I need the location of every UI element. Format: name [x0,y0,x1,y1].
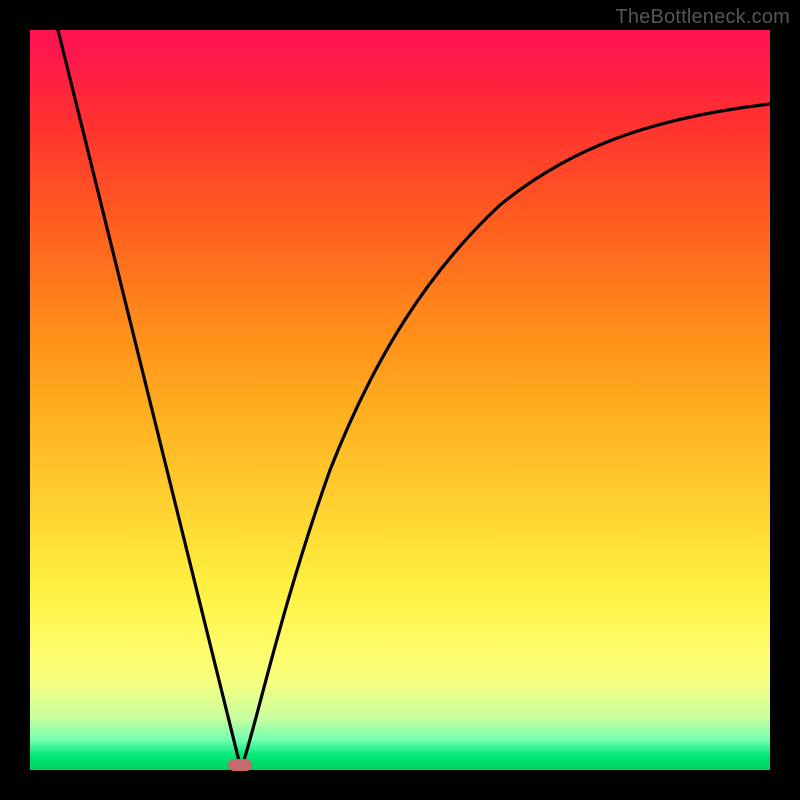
chart-frame: TheBottleneck.com [0,0,800,800]
curve-path [58,30,770,766]
plot-area [30,30,770,770]
curve-svg [30,30,770,770]
watermark: TheBottleneck.com [615,6,790,29]
minimum-marker [228,759,252,771]
